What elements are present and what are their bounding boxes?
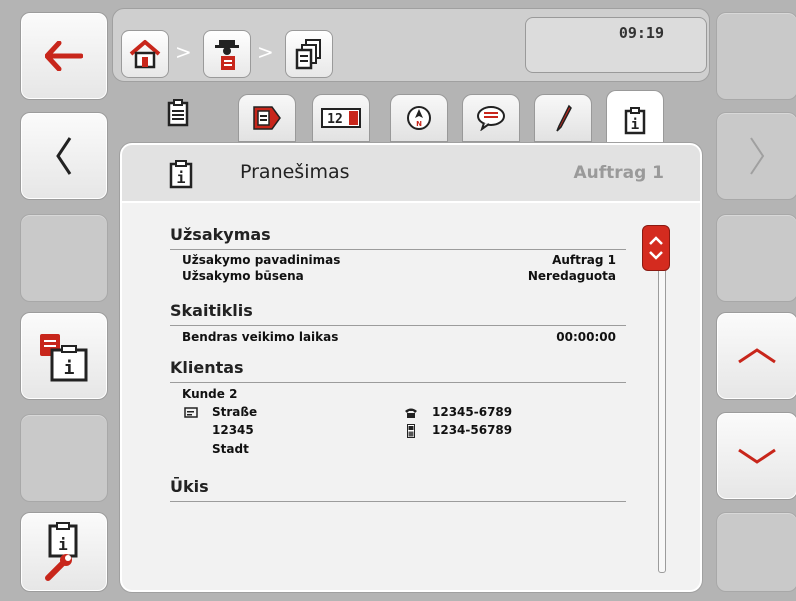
order-name-header: Auftrag 1 [573, 163, 664, 183]
divider [170, 501, 626, 502]
counter-icon: 12 [321, 108, 361, 128]
customer-mobile: 1234-56789 [432, 423, 513, 437]
breadcrumb-farm-manager[interactable] [203, 30, 251, 78]
pen-icon [556, 104, 572, 132]
chevron-right-icon [750, 137, 765, 175]
farm-manager-icon [215, 40, 239, 70]
customer-zip: 12345 [212, 423, 254, 437]
orders-list-icon [295, 39, 321, 70]
previous-button[interactable] [20, 112, 108, 200]
customer-phone: 12345-6789 [432, 405, 513, 419]
chevron-up-icon [738, 348, 776, 364]
order-info-button[interactable]: i [20, 312, 108, 400]
divider [170, 325, 626, 326]
empty-right-slot-1 [716, 12, 796, 100]
tab-counter[interactable]: 12 [312, 94, 370, 142]
empty-right-slot-2 [716, 214, 796, 302]
customer-street: Straße [212, 405, 258, 419]
order-name-value: Auftrag 1 [552, 253, 616, 267]
svg-text:i: i [58, 535, 68, 554]
scroll-up-button[interactable] [716, 312, 796, 400]
empty-left-slot-1 [20, 214, 108, 302]
section-customer: Klientas [170, 358, 244, 377]
info-settings-icon: i [45, 522, 78, 581]
svg-text:N: N [416, 120, 422, 128]
panel-header: i Pranešimas Auftrag 1 [122, 145, 700, 203]
comment-icon [477, 106, 505, 131]
order-status-value: Neredaguota [527, 269, 616, 283]
breadcrumb-separator: > [257, 40, 274, 64]
tab-comment[interactable] [462, 94, 520, 142]
next-button[interactable] [716, 112, 796, 200]
tab-pen[interactable] [534, 94, 592, 142]
info-icon: i [169, 160, 193, 189]
svg-text:12: 12 [327, 112, 343, 127]
order-data-icon [253, 106, 281, 130]
tab-clipboard[interactable] [150, 90, 206, 136]
svg-text:i: i [176, 169, 185, 187]
info-list[interactable]: Užsakymas Užsakymo pavadinimas Auftrag 1… [126, 205, 696, 580]
page-title: Pranešimas [240, 161, 350, 183]
breadcrumb-home[interactable] [121, 30, 169, 78]
info-panel: i Pranešimas Auftrag 1 Užsakymas Užsakym… [120, 143, 702, 592]
scroll-handle-icon [649, 236, 663, 260]
scrollbar-thumb[interactable] [642, 225, 670, 271]
order-name-label: Užsakymo pavadinimas [182, 253, 341, 267]
tab-navigation[interactable]: N [390, 94, 448, 142]
clock-time: 09:19 [618, 24, 664, 42]
chevron-down-icon [738, 448, 776, 464]
order-info-icon: i [40, 334, 88, 382]
phone-icon [405, 408, 417, 418]
total-time-label: Bendras veikimo laikas [182, 330, 339, 344]
tab-info[interactable]: i [606, 90, 664, 151]
info-icon: i [624, 107, 646, 135]
back-arrow-icon [45, 41, 83, 71]
customer-name: Kunde 2 [182, 387, 238, 401]
clipboard-icon [167, 99, 189, 127]
empty-right-slot-3 [716, 512, 796, 592]
svg-text:i: i [64, 358, 75, 379]
home-icon [129, 40, 161, 69]
tab-bar: 12 N i [112, 86, 708, 151]
divider [170, 382, 626, 383]
divider [170, 249, 626, 250]
clock-display: 09:19 [525, 17, 707, 73]
section-counter: Skaitiklis [170, 301, 253, 320]
tab-order-data[interactable] [238, 94, 296, 142]
customer-city: Stadt [212, 442, 249, 456]
empty-left-slot-2 [20, 414, 108, 502]
svg-text:i: i [631, 117, 639, 133]
scroll-down-button[interactable] [716, 412, 796, 500]
section-order: Užsakymas [170, 225, 271, 244]
mobile-icon [407, 424, 415, 438]
order-status-label: Užsakymo būsena [182, 269, 304, 283]
breadcrumb: > > 09:19 [112, 8, 710, 82]
chevron-left-icon [56, 137, 72, 175]
info-settings-button[interactable]: i [20, 512, 108, 592]
section-farm: Ūkis [170, 477, 209, 496]
back-button[interactable] [20, 12, 108, 100]
navigation-icon: N [407, 106, 431, 130]
address-icon [184, 407, 198, 418]
breadcrumb-separator: > [175, 40, 192, 64]
breadcrumb-orders[interactable] [285, 30, 333, 78]
scrollbar-track[interactable] [658, 241, 666, 573]
total-time-value: 00:00:00 [556, 330, 616, 344]
